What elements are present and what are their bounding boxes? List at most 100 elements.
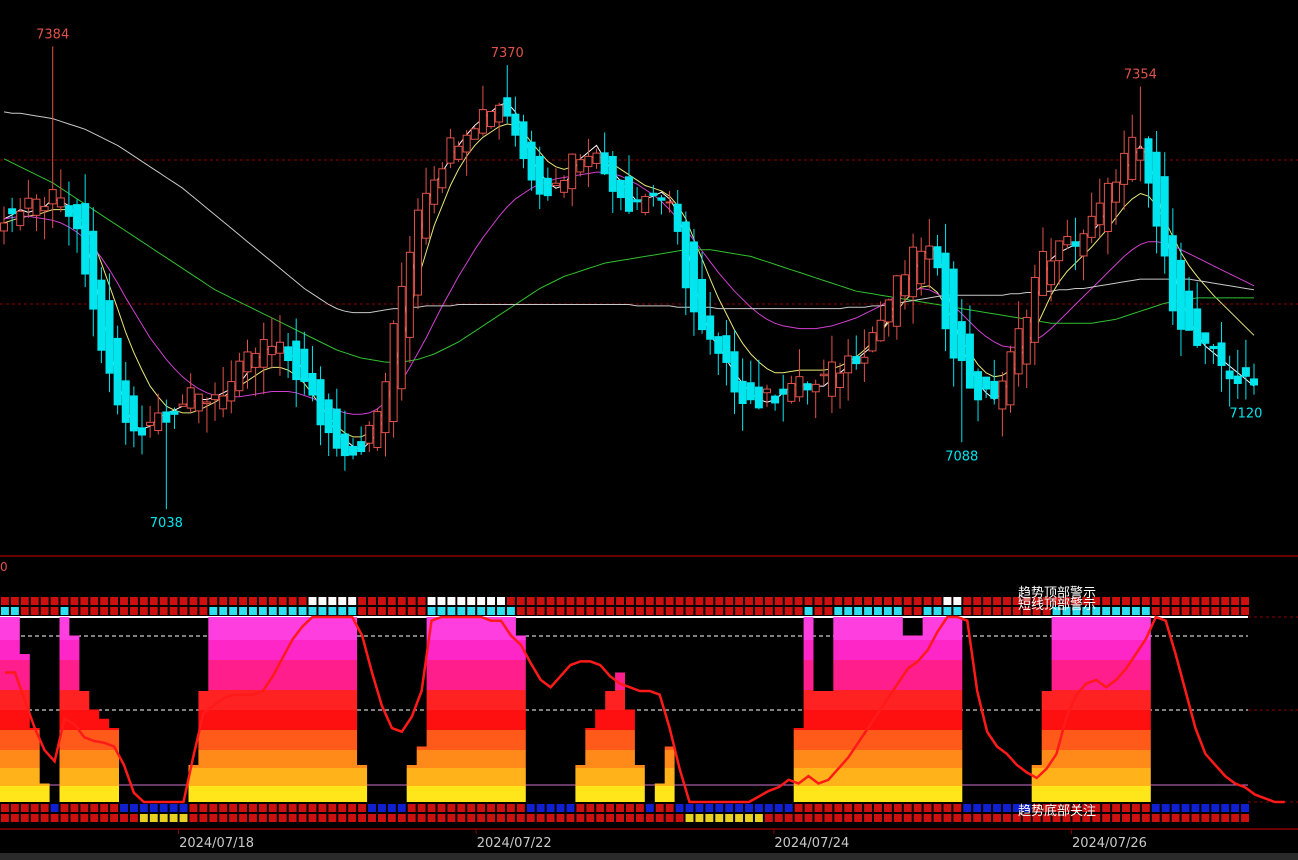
top-alert-cell xyxy=(348,597,357,605)
top-strip-cell xyxy=(249,607,257,615)
top-strip-cell xyxy=(60,597,69,605)
bottom-strip-cell xyxy=(893,804,902,812)
bottom-strip-cell xyxy=(794,814,803,822)
top-strip-cell xyxy=(1002,607,1011,615)
top-strip-cell xyxy=(1181,607,1190,615)
bottom-strip-cell xyxy=(497,804,505,812)
top-strip-cell xyxy=(883,597,892,605)
candle-up xyxy=(48,189,57,205)
bottom-strip-cell xyxy=(1171,814,1180,822)
top-strip-cell xyxy=(844,607,853,615)
bottom-strip-cell xyxy=(993,814,1001,822)
top-strip-cell xyxy=(655,607,664,615)
bottom-strip-cell xyxy=(626,814,634,822)
bottom-strip-cell xyxy=(278,804,287,812)
candle-down xyxy=(519,121,528,160)
bottom-strip-cell xyxy=(963,804,972,812)
top-strip-cell xyxy=(606,607,615,615)
bottom-strip-cell xyxy=(209,804,218,812)
candle-up xyxy=(259,339,268,368)
top-strip-cell xyxy=(477,607,486,615)
top-alert-cell xyxy=(943,597,952,605)
price-annotation: 7354 xyxy=(1124,68,1157,83)
candle-down xyxy=(1071,241,1080,247)
top-strip-cell xyxy=(209,607,218,615)
top-strip-cell xyxy=(288,597,297,605)
bottom-strip-cell xyxy=(665,804,674,812)
candle-up xyxy=(762,388,771,394)
top-strip-cell xyxy=(784,597,793,605)
candle-up xyxy=(275,341,284,354)
top-strip-cell xyxy=(417,607,426,615)
bottom-strip-cell xyxy=(1221,814,1230,822)
bottom-strip-cell xyxy=(973,804,982,812)
bottom-strip-cell xyxy=(338,804,347,812)
candle-down xyxy=(1233,375,1242,384)
bottom-strip-cell xyxy=(368,804,376,812)
top-strip-cell xyxy=(874,597,882,605)
top-strip-cell xyxy=(179,597,188,605)
top-strip-cell xyxy=(834,597,843,605)
candle-down xyxy=(284,346,293,362)
bottom-strip-cell xyxy=(616,814,624,822)
top-strip-cell xyxy=(377,607,386,615)
bottom-strip-cell xyxy=(893,814,902,822)
top-strip-cell xyxy=(239,597,248,605)
top-strip-cell xyxy=(794,597,803,605)
top-strip-cell xyxy=(467,607,476,615)
candle-up xyxy=(430,179,439,205)
top-strip-cell xyxy=(30,597,39,605)
top-strip-cell xyxy=(1112,607,1121,615)
top-strip-cell xyxy=(576,597,585,605)
bottom-strip-cell xyxy=(407,814,416,822)
top-strip-cell xyxy=(804,597,813,605)
candle-up xyxy=(917,250,926,285)
bottom-strip-cell xyxy=(239,804,248,812)
bottom-strip-cell xyxy=(328,804,337,812)
candle-down xyxy=(316,379,325,426)
top-strip-cell xyxy=(665,597,674,605)
candle-up xyxy=(422,192,431,239)
top-strip-cell xyxy=(586,597,595,605)
top-strip-cell xyxy=(90,607,99,615)
candle-down xyxy=(949,268,958,359)
price-labels: 7384 7370 7354 7038 7088 7120 xyxy=(36,27,1262,531)
bottom-strip-cell xyxy=(209,814,218,822)
price-annotation: 7370 xyxy=(491,46,524,61)
bottom-strip-cell xyxy=(110,804,119,812)
candle-up xyxy=(211,394,220,401)
top-strip-cell xyxy=(1241,597,1249,605)
bottom-strip-cell xyxy=(1131,814,1140,822)
candle-up xyxy=(365,424,374,444)
bottom-strip-cell xyxy=(169,814,178,822)
candle-down xyxy=(730,351,739,393)
bottom-strip-cell xyxy=(110,814,119,822)
top-strip-cell xyxy=(1102,597,1111,605)
bottom-strip-cell xyxy=(665,814,674,822)
date-label: 2024/07/18 xyxy=(179,836,254,851)
bottom-strip-cell xyxy=(1151,804,1160,812)
top-strip-cell xyxy=(864,597,873,605)
bottom-strip-cell xyxy=(933,814,942,822)
top-strip-cell xyxy=(90,597,99,605)
candle-up xyxy=(576,159,585,173)
top-strip-cell xyxy=(1201,597,1210,605)
top-strip-cell xyxy=(258,607,267,615)
top-strip-cell xyxy=(764,607,773,615)
candle-up xyxy=(787,383,796,402)
bottom-strip-cell xyxy=(824,804,833,812)
candle-down xyxy=(698,278,707,331)
bottom-strip-cell xyxy=(120,804,128,812)
candle-up xyxy=(389,323,398,422)
bottom-strip-cell xyxy=(10,814,19,822)
candle-down xyxy=(681,221,690,289)
bottom-strip-cell xyxy=(70,804,79,812)
bottom-strip-cell xyxy=(536,804,545,812)
candle-down xyxy=(649,192,658,197)
candle-down xyxy=(340,433,349,457)
bottom-strip-cell xyxy=(516,804,525,812)
bottom-strip-cell xyxy=(506,814,515,822)
top-strip-cell xyxy=(417,597,426,605)
top-strip-cell xyxy=(278,607,287,615)
top-strip-cell xyxy=(358,597,367,605)
